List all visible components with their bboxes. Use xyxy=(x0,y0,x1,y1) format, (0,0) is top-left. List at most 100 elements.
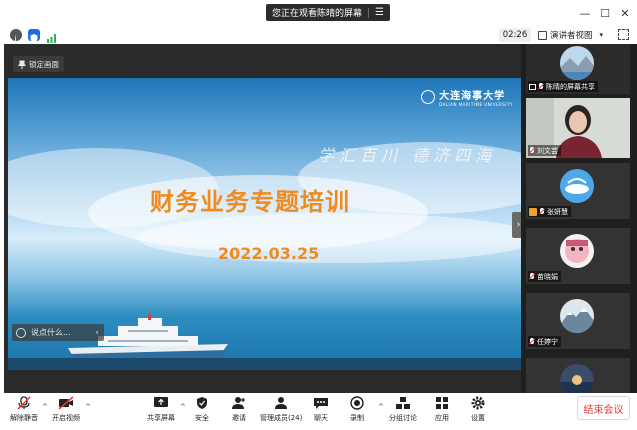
participant-tile[interactable]: 刘文芸 xyxy=(526,98,630,158)
chevron-down-icon: ▾ xyxy=(599,31,604,39)
shared-screen-stage: 锁定画面 大连海事大学 DALIAN MARITIME UNIVERSITY 学… xyxy=(4,44,525,393)
monitor-icon xyxy=(529,83,536,90)
participant-name-tag: 刘文芸 xyxy=(528,145,561,156)
breakout-icon xyxy=(395,396,411,410)
university-name-en: DALIAN MARITIME UNIVERSITY xyxy=(439,102,513,107)
manage-members-button[interactable]: 管理成员(24) xyxy=(260,396,302,423)
mic-muted-icon xyxy=(529,272,535,281)
record-label: 录制 xyxy=(350,414,364,422)
chat-label: 聊天 xyxy=(314,414,328,422)
participant-tile[interactable]: 陈晴的屏幕共享 xyxy=(526,44,630,94)
shield-icon[interactable] xyxy=(28,29,40,43)
share-screen-icon xyxy=(153,396,169,410)
fullscreen-icon[interactable] xyxy=(618,29,629,40)
start-video-label: 开启视频 xyxy=(52,414,80,422)
participant-name-tag: 陈晴的屏幕共享 xyxy=(528,81,598,92)
screen-share-banner[interactable]: 您正在观看陈晴的屏幕 ☰ xyxy=(266,4,390,21)
lock-view-button[interactable]: 锁定画面 xyxy=(13,56,64,72)
comment-input[interactable]: 说点什么... ‹ xyxy=(12,324,104,341)
participant-name: 刘文芸 xyxy=(537,146,558,155)
chevron-up-icon[interactable]: ^ xyxy=(378,403,384,411)
security-button[interactable]: 安全 xyxy=(194,396,210,423)
participant-tile[interactable]: 苗晓娟 xyxy=(526,228,630,284)
participant-tile[interactable] xyxy=(526,358,630,398)
svg-text:i: i xyxy=(14,35,16,44)
manage-members-label: 管理成员(24) xyxy=(260,414,303,422)
settings-label: 设置 xyxy=(471,414,485,422)
chevron-up-icon[interactable]: ^ xyxy=(85,403,91,411)
view-mode-select[interactable]: 演讲者视图 ▾ xyxy=(538,28,603,42)
chevron-up-icon[interactable]: ^ xyxy=(180,403,186,411)
record-icon xyxy=(349,396,365,410)
gear-icon xyxy=(470,396,486,410)
emoji-icon[interactable] xyxy=(16,327,26,338)
participant-name-tag: 张妍慧 xyxy=(528,206,571,217)
apps-grid-icon xyxy=(434,396,450,410)
settings-button[interactable]: 设置 xyxy=(470,396,486,423)
comment-placeholder: 说点什么... xyxy=(31,328,71,337)
record-button[interactable]: 录制 xyxy=(349,396,365,423)
unmute-button[interactable]: 解除静音 xyxy=(10,396,38,423)
participant-avatar xyxy=(560,169,594,203)
add-user-icon xyxy=(231,396,247,410)
invite-button[interactable]: 邀请 xyxy=(231,396,247,423)
meeting-info-bar: i 02:26 演讲者视图 ▾ xyxy=(0,26,637,44)
banner-divider xyxy=(368,7,370,18)
breakout-button[interactable]: 分组讨论 xyxy=(389,396,417,423)
slide-date: 2022.03.25 xyxy=(218,244,320,263)
slide-title: 财务业务专题培训 xyxy=(150,188,350,216)
camera-off-icon xyxy=(58,396,74,410)
info-icon[interactable]: i xyxy=(10,29,22,44)
meeting-window: 您正在观看陈晴的屏幕 ☰ — ☐ ✕ i 02:26 演讲者视图 ▾ 锁定画面 xyxy=(0,0,637,430)
breakout-label: 分组讨论 xyxy=(389,414,417,422)
participant-name: 张妍慧 xyxy=(547,207,568,216)
share-screen-button[interactable]: 共享屏幕 xyxy=(147,396,175,423)
end-meeting-button[interactable]: 结束会议 xyxy=(577,396,630,420)
mic-muted-icon xyxy=(538,82,544,91)
participant-name-tag: 苗晓娟 xyxy=(528,271,561,282)
banner-menu-icon[interactable]: ☰ xyxy=(375,7,384,18)
pin-icon xyxy=(18,60,26,69)
start-video-button[interactable]: 开启视频 xyxy=(52,396,80,423)
security-label: 安全 xyxy=(195,414,209,422)
mic-muted-icon xyxy=(539,207,545,216)
participant-name-tag: 任婷宁 xyxy=(528,336,561,347)
apps-button[interactable]: 应用 xyxy=(434,396,450,423)
lock-view-label: 锁定画面 xyxy=(29,59,59,69)
speaker-view-icon xyxy=(538,30,547,40)
participant-name: 苗晓娟 xyxy=(537,272,558,281)
university-logo: 大连海事大学 DALIAN MARITIME UNIVERSITY xyxy=(421,87,513,107)
chevron-up-icon[interactable]: ^ xyxy=(42,403,48,411)
participant-name: 任婷宁 xyxy=(537,337,558,346)
chevron-left-icon[interactable]: ‹ xyxy=(95,328,99,338)
mic-muted-icon xyxy=(529,146,535,155)
maximize-button[interactable]: ☐ xyxy=(598,6,612,20)
participant-name: 陈晴的屏幕共享 xyxy=(546,82,595,91)
participant-tile[interactable]: 任婷宁 xyxy=(526,293,630,349)
participant-avatar xyxy=(560,234,594,268)
meeting-toolbar: 解除静音 ^ 开启视频 ^ 共享屏幕 ^ 安全 邀请 管理成员(24) 聊天 录… xyxy=(0,393,637,430)
invite-label: 邀请 xyxy=(232,414,246,422)
meeting-timer: 02:26 xyxy=(499,28,531,42)
close-button[interactable]: ✕ xyxy=(618,6,632,20)
participant-panel: 陈晴的屏幕共享 刘文芸 张妍慧 苗晓娟 任婷宁 xyxy=(521,44,637,398)
sea-band xyxy=(8,358,521,370)
title-bar: 您正在观看陈晴的屏幕 ☰ — ☐ ✕ xyxy=(0,0,637,26)
unmute-label: 解除静音 xyxy=(10,414,38,422)
apps-label: 应用 xyxy=(435,414,449,422)
share-screen-label: 共享屏幕 xyxy=(147,414,175,422)
participant-tile[interactable]: 张妍慧 xyxy=(526,163,630,219)
hand-icon xyxy=(529,207,537,216)
minimize-button[interactable]: — xyxy=(578,6,592,20)
mic-muted-icon xyxy=(529,337,535,346)
shield-icon xyxy=(194,396,210,410)
participant-avatar xyxy=(560,46,594,80)
share-banner-text: 您正在观看陈晴的屏幕 xyxy=(272,9,363,19)
university-seal-icon xyxy=(421,90,436,104)
network-signal-icon[interactable] xyxy=(46,29,58,43)
view-mode-label: 演讲者视图 xyxy=(550,31,593,41)
chat-button[interactable]: 聊天 xyxy=(313,396,329,423)
participant-avatar xyxy=(560,299,594,333)
university-name-cn: 大连海事大学 xyxy=(439,91,506,102)
calligraphy-motto: 学汇百川 德济四海 xyxy=(318,146,497,165)
